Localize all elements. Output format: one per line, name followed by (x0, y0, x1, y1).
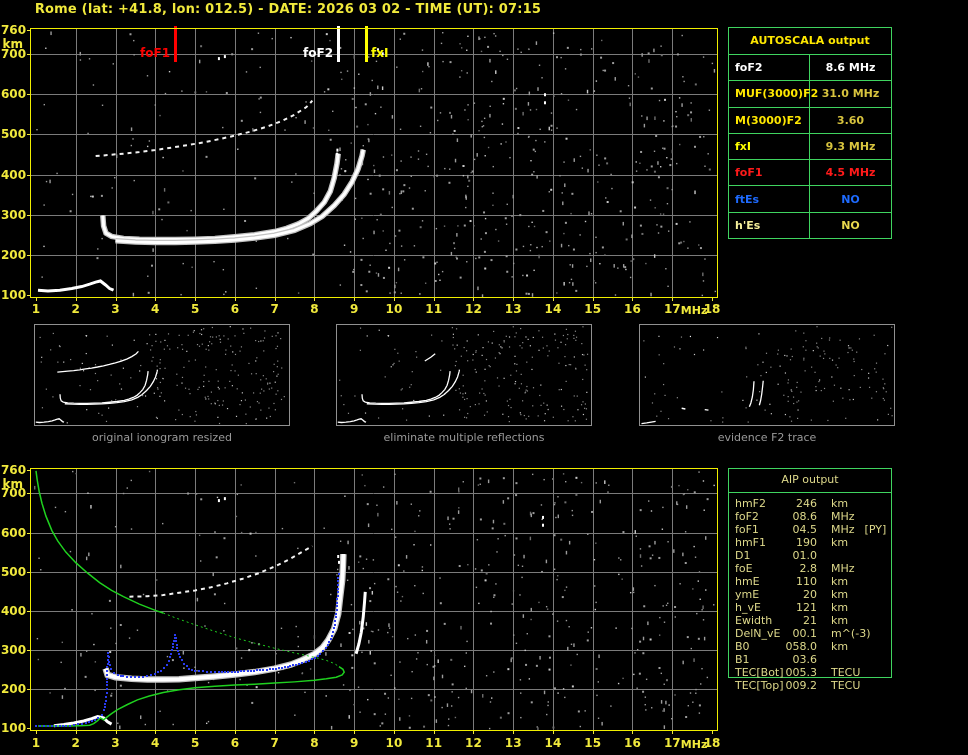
autoscala-row: h'Es NO (729, 211, 891, 238)
aip-row-name: foF1 (735, 523, 759, 536)
autoscala-row-label: foF1 (729, 160, 810, 186)
aip-row-unit: TECU (831, 679, 861, 692)
autoscala-row-value: NO (841, 218, 860, 232)
aip-row-name: hmE (735, 575, 760, 588)
aip-row-value: 058.0 (785, 640, 818, 653)
aip-row-value: 009.2 (785, 679, 818, 692)
autoscala-row-label: h'Es (729, 212, 810, 238)
bottom-ionogram-plot (0, 458, 724, 754)
aip-table-title: AIP output (781, 473, 839, 486)
aip-row-name: TEC[Top] (735, 679, 784, 692)
autoscala-row-value: 31.0 MHz (821, 87, 880, 101)
aip-row-unit (817, 653, 831, 666)
autoscala-row: foF1 4.5 MHz (729, 159, 891, 186)
aip-row: D1 01.0 (735, 549, 892, 562)
aip-row: hmF2 246 km (735, 497, 892, 510)
aip-row: foF1 04.5 MHz [PY] (735, 523, 892, 536)
autoscala-screen: Rome (lat: +41.8, lon: 012.5) - DATE: 20… (0, 0, 968, 755)
autoscala-row: M(3000)F2 3.60 (729, 106, 891, 133)
thumbnail-no-reflections: eliminate multiple reflections (336, 324, 592, 444)
aip-row-unit (817, 549, 831, 562)
autoscala-row: foF2 8.6 MHz (729, 55, 891, 81)
aip-row-unit: km (831, 640, 849, 653)
aip-row: foF2 08.6 MHz (735, 510, 892, 523)
aip-row-unit: MHz (831, 562, 855, 575)
aip-row-value: 04.5 (792, 523, 818, 536)
aip-row-unit: MHz (831, 523, 855, 536)
autoscala-row-label: fxI (729, 133, 810, 160)
page-title: Rome (lat: +41.8, lon: 012.5) - DATE: 20… (34, 2, 542, 17)
thumbnail-no-reflections-plot (336, 324, 592, 426)
aip-row-name: Ewidth (735, 614, 773, 627)
aip-row-value: 20 (803, 588, 817, 601)
thumbnail-caption: evidence F2 trace (717, 431, 817, 444)
aip-row: B0 058.0 km (735, 640, 892, 653)
aip-row-value: 01.0 (792, 549, 818, 562)
aip-row-value: 03.6 (792, 653, 818, 666)
aip-row-unit: km (831, 588, 849, 601)
aip-row: foE 2.8 MHz (735, 562, 892, 575)
autoscala-table: AUTOSCALA output foF2 8.6 MHz MUF(3000)F2 3… (728, 27, 892, 239)
aip-row-name: D1 (735, 549, 751, 562)
autoscala-row-value: 4.5 MHz (825, 166, 876, 180)
aip-row-value: 121 (796, 601, 817, 614)
aip-row-value: 005.3 (785, 666, 818, 679)
aip-row: TEC[Bot] 005.3 TECU (735, 666, 892, 679)
aip-row-value: 2.8 (799, 562, 818, 575)
aip-row-name: foE (735, 562, 753, 575)
top-ionogram-plot (0, 16, 724, 316)
aip-row-unit: TECU (831, 666, 861, 679)
aip-row-name: B1 (735, 653, 750, 666)
aip-row: Ewidth 21 km (735, 614, 892, 627)
aip-row-unit: km (831, 536, 849, 549)
aip-row-value: 190 (796, 536, 817, 549)
aip-row-value: 110 (796, 575, 817, 588)
autoscala-row-value: NO (841, 192, 860, 206)
autoscala-table-title: AUTOSCALA output (729, 28, 891, 55)
thumbnail-original-plot (34, 324, 290, 426)
aip-row: TEC[Top] 009.2 TECU (735, 679, 892, 692)
aip-row-name: foF2 (735, 510, 759, 523)
aip-row-value: 00.1 (792, 627, 818, 640)
autoscala-row-value: 3.60 (836, 113, 865, 127)
autoscala-row: fxI 9.3 MHz (729, 132, 891, 160)
aip-row-unit: km (831, 497, 849, 510)
autoscala-row-label: ftEs (729, 186, 810, 212)
autoscala-row-label: foF2 (729, 55, 810, 81)
aip-row: hmF1 190 km (735, 536, 892, 549)
aip-row: DelN_vE 00.1 m^(-3) (735, 627, 892, 640)
aip-row: h_vE 121 km (735, 601, 892, 614)
autoscala-row-label: M(3000)F2 (729, 107, 810, 133)
aip-row: hmE 110 km (735, 575, 892, 588)
autoscala-row: ftEs NO (729, 185, 891, 212)
autoscala-row-value: 9.3 MHz (825, 139, 876, 153)
aip-row-unit: km (831, 601, 849, 614)
aip-row-unit: km (831, 575, 849, 588)
thumbnail-f2-trace: evidence F2 trace (639, 324, 895, 444)
aip-row-value: 21 (803, 614, 817, 627)
aip-row-name: h_vE (735, 601, 761, 614)
aip-row-name: DelN_vE (735, 627, 781, 640)
aip-row: B1 03.6 (735, 653, 892, 666)
aip-row-unit: km (831, 614, 849, 627)
thumbnail-original: original ionogram resized (34, 324, 290, 444)
aip-row-unit: MHz (831, 510, 855, 523)
aip-row-name: B0 (735, 640, 750, 653)
aip-row-name: ymE (735, 588, 760, 601)
aip-row-value: 08.6 (792, 510, 818, 523)
thumbnail-f2-trace-plot (639, 324, 895, 426)
aip-row-name: hmF2 (735, 497, 767, 510)
aip-row-extra: [PY] (864, 523, 887, 536)
thumbnail-caption: original ionogram resized (92, 431, 232, 444)
aip-table: AIP output hmF2 246 km foF2 08.6 MHz foF1 04.5 M… (728, 468, 892, 692)
autoscala-row-value: 8.6 MHz (825, 61, 876, 75)
thumbnail-caption: eliminate multiple reflections (383, 431, 545, 444)
autoscala-row: MUF(3000)F2 31.0 MHz (729, 80, 891, 107)
aip-row-name: hmF1 (735, 536, 767, 549)
aip-row-value: 246 (796, 497, 817, 510)
aip-row-name: TEC[Bot] (735, 666, 784, 679)
aip-row-unit: m^(-3) (831, 627, 871, 640)
aip-row: ymE 20 km (735, 588, 892, 601)
autoscala-row-label: MUF(3000)F2 (729, 81, 818, 107)
